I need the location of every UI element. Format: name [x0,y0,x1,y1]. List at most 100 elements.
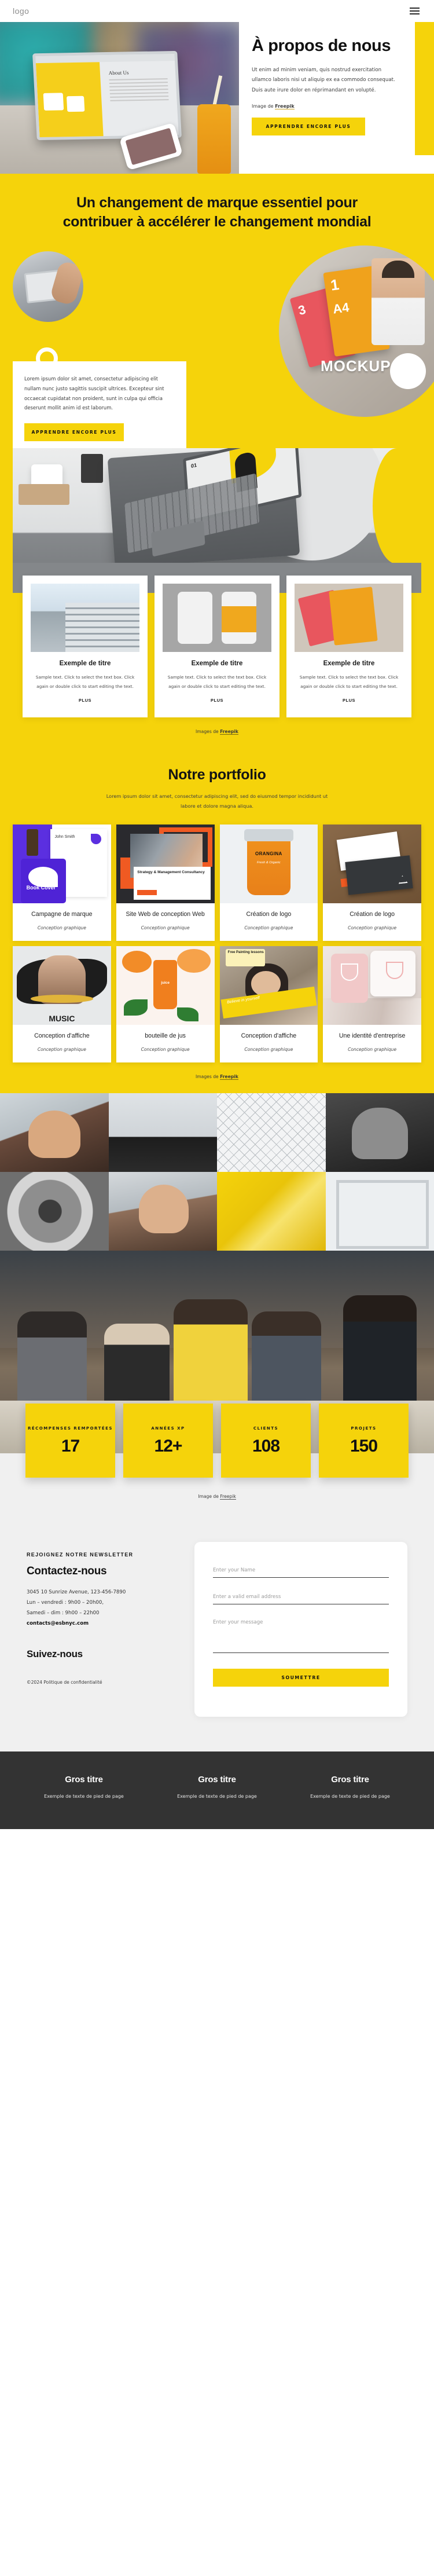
feature-card-more-link[interactable]: PLUS [343,698,355,703]
site-header: logo [0,0,434,22]
portfolio-item[interactable]: MUSIC Conception d'affiche Conception gr… [13,946,111,1063]
credit-prefix: Image de [252,103,275,109]
mosaic-image [217,1093,326,1172]
portfolio-grid: John Smith Book Cover Campagne de marque… [0,824,434,1063]
logo[interactable]: logo [13,6,29,16]
portfolio-item-image: MUSIC [13,946,111,1025]
portfolio-subtitle: Lorem ipsum dolor sit amet, consectetur … [106,793,328,809]
portfolio-item[interactable]: Une identité d'entreprise Conception gra… [323,946,421,1063]
mosaic-image [0,1172,109,1251]
portfolio-item[interactable]: juice bouteille de jus Conception graphi… [116,946,215,1063]
portfolio-item[interactable]: Strategy & Management Consultancy Site W… [116,824,215,941]
mosaic-image [325,1172,434,1251]
follow-us-title: Suivez-nous [27,1648,83,1659]
portfolio-item[interactable]: Création de logo Conception graphique [323,824,421,941]
stat-label: RÉCOMPENSES REMPORTÉES [28,1426,113,1431]
brand-section: Un changement de marque essentiel pour c… [0,174,434,470]
mockup-word: MOCKUP [321,357,391,375]
feature-card-image [31,584,139,652]
feature-section: 01 Exemple de titre Sample text. Click t… [0,448,434,750]
copyright-text[interactable]: ©2024 Politique de confidentialité [27,1680,183,1685]
footer-column: Gros titre Exemple de texte de pied de p… [284,1775,417,1799]
newsletter-eyebrow: REJOIGNEZ NOTRE NEWSLETTER [27,1552,134,1558]
portfolio-item-title: Création de logo [350,910,395,918]
message-textarea[interactable] [213,1617,389,1654]
portfolio-item-title: Site Web de conception Web [126,910,205,918]
stat-value: 150 [350,1436,378,1456]
page-root: logo About Us À propos de nous Ut enim a… [0,0,434,1830]
feature-card[interactable]: Exemple de titre Sample text. Click to s… [23,576,148,718]
contact-hours-weekend: Samedi – dim : 9h00 – 22h00 [27,1610,100,1616]
name-input[interactable] [213,1565,389,1578]
portfolio-item[interactable]: John Smith Book Cover Campagne de marque… [13,824,111,941]
feature-card-title: Exemple de titre [59,660,111,667]
mosaic-image [0,1093,109,1172]
portfolio-item-category: Conception graphique [348,925,397,930]
contact-address: 3045 10 Sunrize Avenue, 123-456-7890 [27,1589,126,1595]
freepik-link[interactable]: Freepik [275,103,295,109]
hero-content-panel: À propos de nous Ut enim ad minim veniam… [239,22,434,174]
feature-card[interactable]: Exemple de titre Sample text. Click to s… [155,576,279,718]
name-field-wrap [213,1564,389,1578]
hero-image-credit: Image de Freepik [252,103,404,109]
feature-card[interactable]: Exemple de titre Sample text. Click to s… [286,576,411,718]
stat-label: PROJETS [351,1426,377,1431]
portfolio-item-title: Conception d'affiche [34,1032,90,1039]
hero-cta-button[interactable]: APPRENDRE ENCORE PLUS [252,117,365,135]
stat-card: ANNÉES XP 12+ [123,1404,213,1478]
portfolio-item-category: Conception graphique [348,1047,397,1053]
mosaic-image [108,1093,217,1172]
brand-visual: 3 1 A4 MOCKUP Lorem ipsum dolor sit amet,… [0,245,434,470]
hero-accent-bar [415,22,434,155]
portfolio-item[interactable]: ORANGINA Fresh & Organic Création de logo… [219,824,318,941]
portfolio-item-title: bouteille de jus [145,1032,186,1039]
footer-column-text: Exemple de texte de pied de page [177,1794,257,1800]
portfolio-item-image [323,946,421,1025]
contact-hours-weekday: Lun – vendredi : 9h00 – 20h00, [27,1599,104,1606]
freepik-link[interactable]: Freepik [220,1074,238,1080]
feature-card-text: Sample text. Click to select the text bo… [167,675,267,689]
image-mosaic [0,1093,434,1251]
hero-image: About Us [0,22,239,174]
contact-title: Contactez-nous [27,1564,107,1577]
stat-card: RÉCOMPENSES REMPORTÉES 17 [25,1404,115,1478]
email-field-wrap [213,1591,389,1605]
portfolio-item-title: Une identité d'entreprise [339,1032,406,1039]
hamburger-icon[interactable] [408,6,421,16]
portfolio-item-image: John Smith Book Cover [13,824,111,903]
portfolio-item-category: Conception graphique [37,925,86,930]
portfolio-item[interactable]: Free Painting lessons Believe in yoursel… [219,946,318,1063]
portfolio-item-image: ORANGINA Fresh & Organic [219,824,318,903]
portfolio-item-image: Strategy & Management Consultancy [116,824,215,903]
stat-label: CLIENTS [253,1426,279,1431]
mosaic-image [217,1172,326,1251]
mockup-number-1: 1 [329,275,340,294]
feature-card-text: Sample text. Click to select the text bo… [35,675,135,689]
stat-value: 12+ [154,1436,183,1456]
email-input[interactable] [213,1592,389,1605]
freepik-link[interactable]: Freepik [220,729,238,735]
portfolio-item-category: Conception graphique [244,1047,293,1053]
portfolio-item-category: Conception graphique [141,925,190,930]
feature-cards-row: Exemple de titre Sample text. Click to s… [0,576,434,718]
stats-image-credit: Image de Freepik [0,1488,434,1519]
portfolio-item-category: Conception graphique [37,1047,86,1053]
mockup-a4-label: A4 [332,299,350,317]
page-title: À propos de nous [252,36,391,55]
message-field-wrap [213,1617,389,1656]
feature-card-more-link[interactable]: PLUS [79,698,91,703]
mosaic-image [108,1172,217,1251]
footer-column: Gros titre Exemple de texte de pied de p… [150,1775,284,1799]
freepik-link[interactable]: Freepik [220,1494,236,1500]
contact-email[interactable]: contacts@esbnyc.com [27,1618,183,1629]
footer-column-title: Gros titre [65,1775,103,1785]
feature-card-more-link[interactable]: PLUS [211,698,223,703]
stat-card: PROJETS 150 [319,1404,409,1478]
submit-button[interactable]: SOUMETTRE [213,1669,389,1687]
mosaic-image [325,1093,434,1172]
footer-column: Gros titre Exemple de texte de pied de p… [17,1775,150,1799]
brand-cta-button[interactable]: APPRENDRE ENCORE PLUS [24,423,124,442]
decorative-dot [390,353,426,389]
stat-label: ANNÉES XP [151,1426,185,1431]
portfolio-item-title: Campagne de marque [31,910,93,918]
